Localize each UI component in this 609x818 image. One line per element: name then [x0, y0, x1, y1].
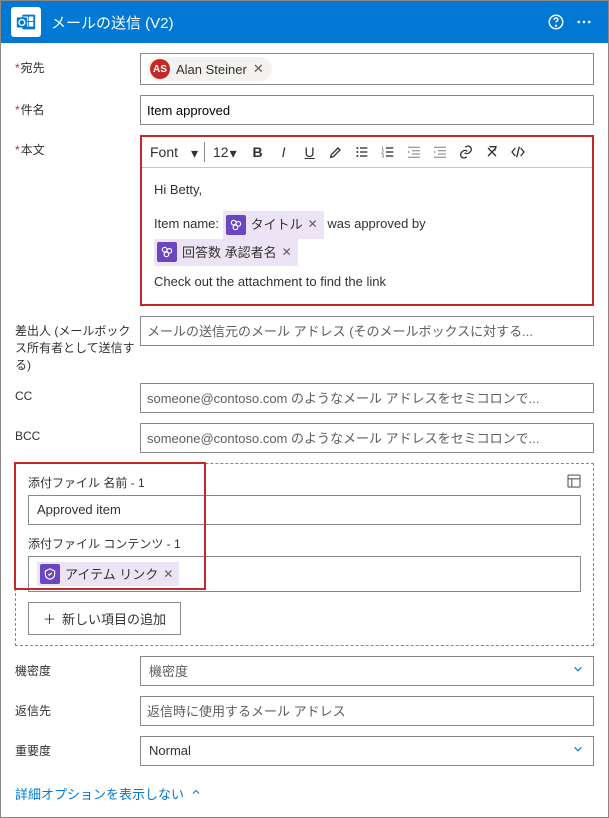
add-item-button[interactable]: ＋ 新しい項目の追加 — [28, 602, 181, 635]
rte-container: Font▾ 12▾ B I U 123 — [140, 135, 594, 306]
chevron-up-icon — [190, 786, 202, 801]
cc-field[interactable]: someone@contoso.com のようなメール アドレスをセミコロンで.… — [140, 383, 594, 413]
send-email-card: メールの送信 (V2) 宛先 AS Alan Steiner ✕ — [0, 0, 609, 818]
recipient-chip[interactable]: AS Alan Steiner ✕ — [147, 57, 272, 81]
bullet-list-button[interactable] — [351, 141, 373, 163]
bold-button[interactable]: B — [247, 141, 269, 163]
svg-text:3: 3 — [381, 153, 384, 158]
italic-button[interactable]: I — [273, 141, 295, 163]
underline-button[interactable]: U — [299, 141, 321, 163]
highlight-button[interactable] — [325, 141, 347, 163]
body-greeting: Hi Betty, — [154, 178, 580, 201]
from-label: 差出人 (メールボックス所有者として送信する) — [15, 316, 140, 373]
attach-content-label: 添付ファイル コンテンツ - 1 — [28, 535, 581, 552]
replyto-label: 返信先 — [15, 696, 140, 719]
clear-format-button[interactable] — [481, 141, 503, 163]
to-field[interactable]: AS Alan Steiner ✕ — [140, 53, 594, 85]
attach-content-field[interactable]: アイテム リンク ✕ — [28, 556, 581, 592]
cc-label: CC — [15, 383, 140, 403]
attachments-area: 添付ファイル 名前 - 1 Approved item 添付ファイル コンテンツ… — [15, 463, 594, 646]
body-text: was approved by — [327, 217, 425, 232]
token-item-link[interactable]: アイテム リンク ✕ — [37, 562, 179, 586]
rte-toolbar: Font▾ 12▾ B I U 123 — [142, 137, 592, 168]
help-button[interactable] — [542, 8, 570, 36]
body-text: Check out the attachment to find the lin… — [154, 270, 580, 293]
hide-advanced-link[interactable]: 詳細オプションを表示しない — [1, 776, 608, 817]
card-header: メールの送信 (V2) — [1, 1, 608, 43]
sharepoint-icon — [157, 242, 177, 262]
outlook-icon — [11, 7, 41, 37]
bcc-label: BCC — [15, 423, 140, 443]
font-select[interactable]: Font▾ — [148, 142, 205, 162]
chevron-down-icon — [571, 662, 585, 679]
recipient-name: Alan Steiner — [176, 62, 247, 77]
sensitivity-label: 機密度 — [15, 656, 140, 679]
token-remove-icon[interactable]: ✕ — [308, 214, 318, 236]
remove-recipient-icon[interactable]: ✕ — [253, 61, 264, 77]
approval-icon — [40, 564, 60, 584]
subject-label: 件名 — [15, 95, 140, 118]
sensitivity-select[interactable]: 機密度 — [140, 656, 594, 686]
switch-mode-button[interactable] — [565, 472, 583, 493]
plus-icon: ＋ — [43, 609, 56, 628]
link-button[interactable] — [455, 141, 477, 163]
avatar: AS — [150, 59, 170, 79]
replyto-field[interactable]: 返信時に使用するメール アドレス — [140, 696, 594, 726]
token-title[interactable]: タイトル ✕ — [223, 211, 324, 238]
token-remove-icon[interactable]: ✕ — [163, 567, 173, 581]
importance-label: 重要度 — [15, 736, 140, 759]
token-approver[interactable]: 回答数 承認者名 ✕ — [154, 239, 298, 266]
subject-input[interactable] — [147, 103, 587, 118]
code-view-button[interactable] — [507, 141, 529, 163]
number-list-button[interactable]: 123 — [377, 141, 399, 163]
attach-name-field[interactable]: Approved item — [28, 495, 581, 525]
token-remove-icon[interactable]: ✕ — [282, 242, 292, 264]
subject-field[interactable] — [140, 95, 594, 125]
size-select[interactable]: 12▾ — [209, 142, 243, 162]
indent-button[interactable] — [429, 141, 451, 163]
bcc-field[interactable]: someone@contoso.com のようなメール アドレスをセミコロンで.… — [140, 423, 594, 453]
from-field[interactable]: メールの送信元のメール アドレス (そのメールボックスに対する... — [140, 316, 594, 346]
card-body: 宛先 AS Alan Steiner ✕ 件名 — [1, 43, 608, 766]
attach-name-label: 添付ファイル 名前 - 1 — [28, 474, 581, 491]
more-button[interactable] — [570, 8, 598, 36]
to-label: 宛先 — [15, 53, 140, 76]
rte-editor[interactable]: Hi Betty, Item name: タイトル ✕ was approved… — [142, 168, 592, 304]
outdent-button[interactable] — [403, 141, 425, 163]
body-label: 本文 — [15, 135, 140, 158]
sharepoint-icon — [226, 215, 246, 235]
card-title: メールの送信 (V2) — [51, 12, 542, 33]
body-text: Item name: — [154, 217, 219, 232]
